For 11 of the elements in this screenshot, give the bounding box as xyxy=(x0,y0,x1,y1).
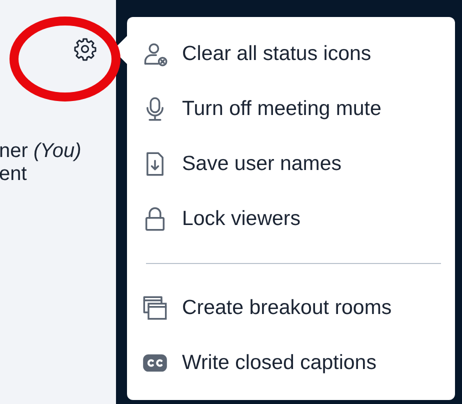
windows-icon xyxy=(142,294,168,320)
settings-icon[interactable] xyxy=(73,37,97,61)
menu-item[interactable]: Clear all status icons xyxy=(142,26,455,81)
menu-item[interactable]: Create breakout rooms xyxy=(142,280,455,335)
menu-item[interactable]: Save user names xyxy=(142,136,455,191)
menu-item[interactable]: Lock viewers xyxy=(142,191,455,246)
participant-name: ner (You) xyxy=(0,140,82,163)
person-clear-icon xyxy=(142,40,168,66)
participant-name: ent xyxy=(0,163,28,186)
menu-item[interactable]: Write closed captions xyxy=(142,335,455,390)
menu-item[interactable]: Turn off meeting mute xyxy=(142,81,455,136)
